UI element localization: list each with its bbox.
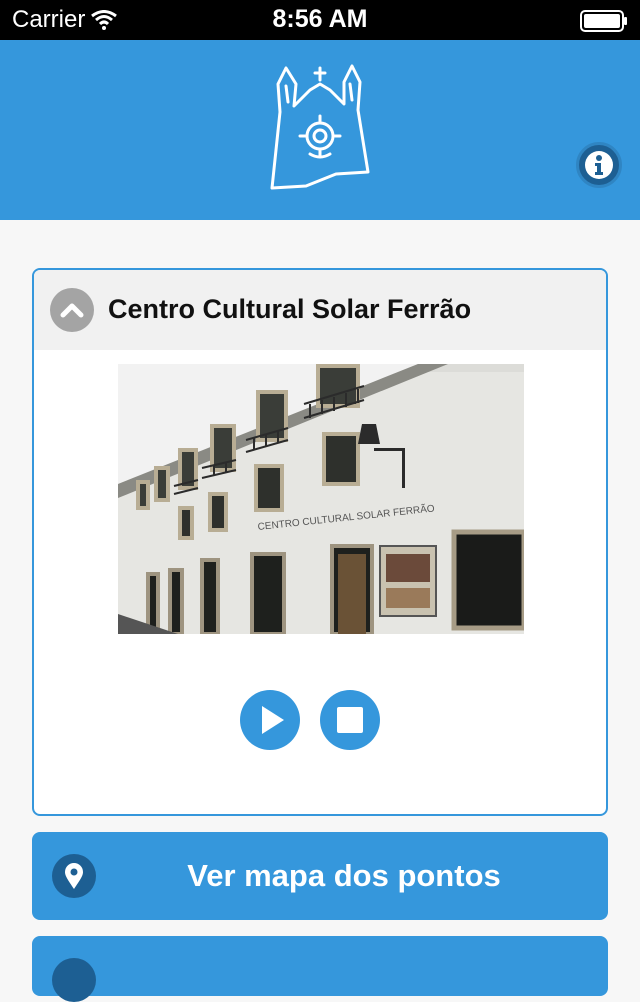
next-action-button[interactable] (32, 936, 608, 1002)
stop-icon (337, 707, 363, 733)
stop-button[interactable] (320, 690, 380, 750)
battery-icon (580, 10, 627, 32)
app-header (0, 40, 640, 220)
chevron-up-icon (60, 303, 84, 318)
view-map-button[interactable]: Ver mapa dos pontos (32, 832, 608, 920)
view-map-label: Ver mapa dos pontos (187, 858, 501, 893)
church-sketch-logo (270, 64, 370, 190)
play-button[interactable] (240, 690, 300, 750)
card-header[interactable]: Centro Cultural Solar Ferrão (34, 270, 606, 350)
collapse-button[interactable] (50, 288, 94, 332)
building-photo: CENTRO CULTURAL SOLAR FERRÃO (118, 364, 524, 634)
info-button[interactable] (576, 142, 622, 188)
point-card: Centro Cultural Solar Ferrão CENTRO CULT… (32, 268, 608, 816)
card-title: Centro Cultural Solar Ferrão (108, 294, 472, 324)
play-icon (262, 706, 284, 734)
status-time: 8:56 AM (272, 5, 368, 33)
next-action-icon (52, 958, 96, 1002)
info-icon (585, 151, 613, 179)
status-bar: Carrier 8:56 AM (0, 0, 640, 40)
